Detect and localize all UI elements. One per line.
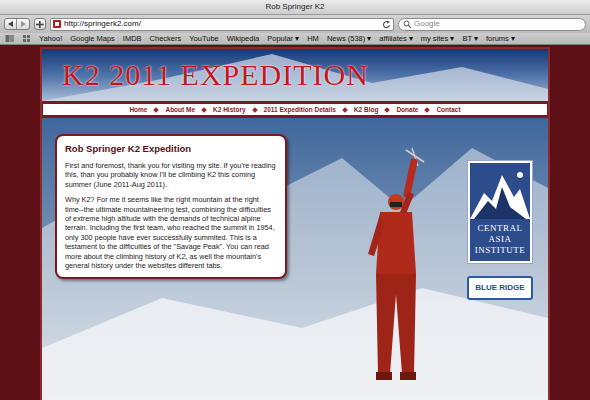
bookmark-item[interactable]: affiliates ▾ <box>379 34 412 44</box>
content-row: Rob Springer K2 Expedition First and fore… <box>42 118 548 400</box>
page-header: K2 2011 EXPEDITION <box>42 49 548 101</box>
top-sites-icon[interactable] <box>23 35 31 43</box>
toolbar: http://springerk2.com/ <box>0 15 590 33</box>
bookmark-item[interactable]: HM <box>307 34 319 44</box>
nav-separator-icon <box>425 107 431 113</box>
bookmark-item[interactable]: forums ▾ <box>486 34 515 44</box>
blue-ridge-logo[interactable]: BLUE RIDGE <box>467 276 533 300</box>
search-input[interactable] <box>414 19 581 29</box>
search-field[interactable] <box>398 18 586 31</box>
cai-mountain-icon <box>470 167 530 219</box>
blue-ridge-logo-text: BLUE RIDGE <box>475 283 524 293</box>
nav-separator-icon <box>252 107 258 113</box>
nav-separator-icon <box>342 107 348 113</box>
address-text[interactable]: http://springerk2.com/ <box>64 19 379 29</box>
bookmark-item[interactable]: Google Maps <box>70 34 115 44</box>
forward-icon[interactable] <box>17 19 29 29</box>
site-title: K2 2011 EXPEDITION <box>62 57 369 93</box>
cai-logo-text: CENTRAL ASIA INSTITUTE <box>472 223 528 256</box>
back-icon[interactable] <box>5 19 17 29</box>
bookmarks-bar: Yahoo! Google Maps IMDB Checkers YouTube Wiki… <box>0 33 590 45</box>
main-content: Rob Springer K2 Expedition First and fore… <box>42 118 548 400</box>
bookmark-item[interactable]: YouTube <box>189 34 218 44</box>
intro-paragraph: First and foremost, thank you for visiti… <box>65 161 277 189</box>
nav-link[interactable]: Contact <box>436 105 460 114</box>
bookmark-item[interactable]: News (538) ▾ <box>327 34 371 44</box>
bookmark-item[interactable]: Wikipedia <box>227 34 260 44</box>
climber-photo <box>287 134 467 400</box>
intro-paragraph: Why K2? For me it seems like the right m… <box>65 195 277 270</box>
nav-link[interactable]: Home <box>129 105 147 114</box>
bookmark-item[interactable]: my sites ▾ <box>421 34 455 44</box>
bookmark-item[interactable]: IMDB <box>123 34 142 44</box>
nav-separator-icon <box>201 107 207 113</box>
intro-card: Rob Springer K2 Expedition First and fore… <box>55 134 287 279</box>
title-bar: Rob Springer K2 <box>0 0 590 15</box>
bookmark-item[interactable]: BT ▾ <box>462 34 478 44</box>
bookmarks-book-icon[interactable] <box>5 34 15 43</box>
reload-icon[interactable] <box>382 20 391 29</box>
nav-link[interactable]: 2011 Expedition Details <box>264 105 336 114</box>
add-bookmark-icon[interactable] <box>34 18 46 30</box>
magnifier-icon <box>403 20 411 28</box>
nav-link[interactable]: Donate <box>396 105 418 114</box>
web-page: K2 2011 EXPEDITION Home About Me K2 History… <box>0 45 590 400</box>
browser-window: Rob Springer K2 http://springerk2.com/Yah… <box>0 0 590 400</box>
nav-link[interactable]: K2 Blog <box>354 105 379 114</box>
bookmark-item[interactable]: Checkers <box>150 34 182 44</box>
site-nav: Home About Me K2 History 2011 Expedition De… <box>42 103 548 116</box>
history-buttons <box>4 18 30 30</box>
cai-logo[interactable]: CENTRAL ASIA INSTITUTE <box>467 160 533 264</box>
nav-link[interactable]: About Me <box>165 105 195 114</box>
bookmark-item[interactable]: Yahoo! <box>39 34 62 44</box>
nav-separator-icon <box>385 107 391 113</box>
address-bar[interactable]: http://springerk2.com/ <box>50 18 394 31</box>
cai-logo-inner: CENTRAL ASIA INSTITUTE <box>470 163 530 261</box>
nav-link[interactable]: K2 History <box>213 105 246 114</box>
nav-separator-icon <box>154 107 160 113</box>
page-frame: K2 2011 EXPEDITION Home About Me K2 History… <box>40 47 550 400</box>
bookmark-item[interactable]: Popular ▾ <box>267 34 299 44</box>
window-title: Rob Springer K2 <box>265 2 324 12</box>
climber-icon <box>362 144 432 400</box>
sponsor-column: CENTRAL ASIA INSTITUTE BLUE RIDGE <box>467 160 533 400</box>
favicon-icon <box>53 20 61 28</box>
intro-heading: Rob Springer K2 Expedition <box>65 143 277 155</box>
